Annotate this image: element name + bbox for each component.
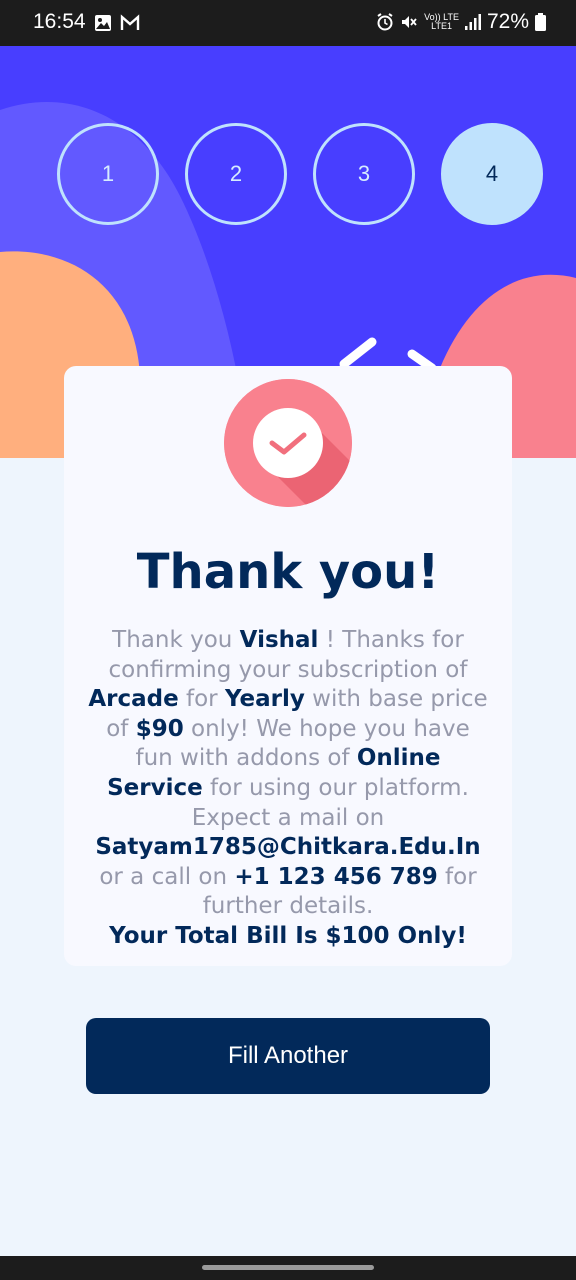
status-time: 16:54 [33, 10, 86, 33]
step-2[interactable]: 2 [185, 123, 287, 225]
status-right-icons: Vo)) LTE LTE1 72% [376, 10, 546, 34]
fill-another-button[interactable]: Fill Another [86, 1018, 490, 1094]
image-icon [95, 15, 111, 31]
message-text: Thank you [112, 627, 240, 653]
plan-name: Arcade [88, 686, 179, 713]
billing-period: Yearly [224, 686, 305, 713]
thank-you-card: Thank you! Thank you Vishal ! Thanks for… [64, 366, 512, 966]
success-check-icon [224, 379, 352, 507]
alarm-icon [377, 13, 393, 31]
step-indicator: 1 2 3 4 [0, 123, 576, 225]
base-price: $90 [135, 715, 184, 742]
network-type: Vo)) LTE LTE1 [424, 13, 459, 31]
signal-icon [464, 14, 481, 30]
message-text: for using our platform. [202, 774, 469, 801]
step-1[interactable]: 1 [57, 123, 159, 225]
battery-percent: 72% [486, 10, 529, 33]
email-address: Satyam1785@Chitkara.Edu.In [95, 834, 481, 861]
gmail-icon [120, 14, 140, 30]
status-bar: 16:54 Vo)) LTE LTE1 72% [0, 0, 576, 46]
confirmation-message: Thank you Vishal ! Thanks for confirming… [86, 626, 490, 952]
message-text: for [178, 686, 225, 713]
message-text: or a call on [99, 863, 235, 890]
navigation-bar [0, 1256, 576, 1280]
battery-icon [535, 13, 546, 31]
network-bottom-label: LTE1 [431, 21, 452, 31]
message-text: Expect a mail on [191, 804, 385, 831]
step-4-active[interactable]: 4 [441, 123, 543, 225]
home-gesture-handle[interactable] [202, 1265, 374, 1270]
status-left-icons [94, 14, 140, 32]
total-bill: Your Total Bill Is $100 Only! [109, 922, 467, 949]
mute-icon [402, 16, 417, 28]
step-3[interactable]: 3 [313, 123, 415, 225]
phone-number: +1 123 456 789 [234, 863, 438, 890]
page-title: Thank you! [136, 544, 440, 600]
user-name: Vishal [239, 627, 319, 653]
